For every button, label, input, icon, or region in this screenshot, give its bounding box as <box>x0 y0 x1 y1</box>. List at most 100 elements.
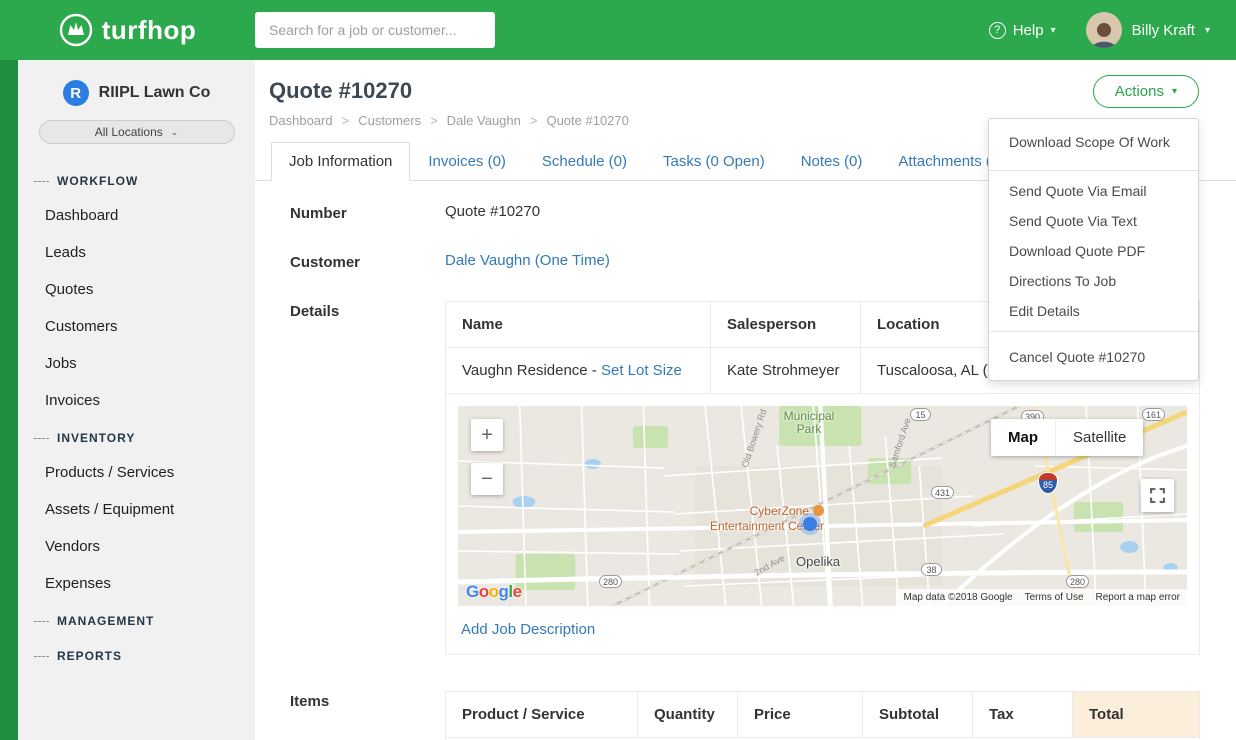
google-letter: G <box>466 582 479 601</box>
main-content: Quote #10270 DashboardCustomersDale Vaug… <box>255 60 1236 740</box>
breadcrumb-customer[interactable]: Dale Vaughn <box>421 113 521 128</box>
nav-section-inventory: INVENTORY <box>18 419 255 454</box>
terms-of-use-link[interactable]: Terms of Use <box>1025 592 1084 603</box>
user-name: Billy Kraft <box>1132 22 1195 39</box>
details-col-salesperson: Salesperson <box>711 302 861 348</box>
breadcrumb-current: Quote #10270 <box>521 113 629 128</box>
dash-icon <box>34 621 49 622</box>
sidebar-item-invoices[interactable]: Invoices <box>18 382 255 419</box>
map-data-text: Map data ©2018 Google <box>903 592 1012 603</box>
breadcrumb-customers[interactable]: Customers <box>333 113 421 128</box>
details-salesperson-cell: Kate Strohmeyer <box>711 348 861 394</box>
park-label-line2: Park <box>797 422 822 436</box>
set-lot-size-link[interactable]: Set Lot Size <box>601 362 682 379</box>
google-logo[interactable]: Google <box>466 582 522 602</box>
details-name-cell: Vaughn Residence - Set Lot Size <box>446 348 711 394</box>
tab-notes[interactable]: Notes (0) <box>783 142 881 181</box>
sidebar-item-expenses[interactable]: Expenses <box>18 565 255 602</box>
sidebar-item-products-services[interactable]: Products / Services <box>18 454 255 491</box>
items-col-total: Total <box>1073 692 1200 738</box>
customer-type-link[interactable]: (One Time) <box>535 252 610 269</box>
report-map-error-link[interactable]: Report a map error <box>1096 592 1180 603</box>
menu-item-edit-details[interactable]: Edit Details <box>989 296 1198 326</box>
search-input[interactable] <box>255 12 495 48</box>
menu-item-download-quote-pdf[interactable]: Download Quote PDF <box>989 236 1198 266</box>
items-col-product-service: Product / Service <box>446 692 638 738</box>
menu-item-send-quote-via-text[interactable]: Send Quote Via Text <box>989 206 1198 236</box>
help-menu[interactable]: ? Help ▾ <box>989 22 1056 39</box>
help-label: Help <box>1013 22 1044 39</box>
tab-schedule[interactable]: Schedule (0) <box>524 142 645 181</box>
map-label-opelika: Opelika <box>796 554 840 569</box>
number-value: Quote #10270 <box>445 203 540 222</box>
actions-button[interactable]: Actions ▾ <box>1093 75 1199 108</box>
google-letter: g <box>499 582 509 601</box>
sidebar-item-assets-equipment[interactable]: Assets / Equipment <box>18 491 255 528</box>
tab-job-information[interactable]: Job Information <box>271 142 410 181</box>
customer-value: Dale Vaughn (One Time) <box>445 252 610 271</box>
dash-icon <box>34 656 49 657</box>
map-zoom-in-button[interactable]: + <box>471 419 503 451</box>
app-logo[interactable]: turfhop <box>0 13 255 47</box>
menu-item-download-scope-of-work[interactable]: Download Scope Of Work <box>989 119 1198 165</box>
google-letter: e <box>513 582 522 601</box>
tab-tasks[interactable]: Tasks (0 Open) <box>645 142 783 181</box>
park-label-line1: Municipal <box>784 409 835 423</box>
poi-icon <box>813 505 824 516</box>
location-selector-label: All Locations <box>95 125 163 139</box>
satellite-view-button[interactable]: Satellite <box>1055 419 1143 456</box>
help-icon: ? <box>989 22 1006 39</box>
customer-link[interactable]: Dale Vaughn <box>445 252 531 269</box>
dash-icon <box>34 438 49 439</box>
sidebar-item-leads[interactable]: Leads <box>18 234 255 271</box>
chevron-down-icon: ▾ <box>1051 25 1056 36</box>
company-name: RIIPL Lawn Co <box>99 84 211 102</box>
route-shield-431: 431 <box>931 486 954 499</box>
map-type-control: Map Satellite <box>991 419 1143 456</box>
map-label-municipal-park: Municipal Park <box>774 410 844 436</box>
avatar <box>1086 12 1122 48</box>
menu-item-cancel-quote[interactable]: Cancel Quote #10270 <box>989 337 1198 380</box>
nav-section-workflow: WORKFLOW <box>18 162 255 197</box>
actions-dropdown-menu: Download Scope Of Work Send Quote Via Em… <box>988 118 1199 381</box>
location-selector[interactable]: All Locations ⌄ <box>39 120 235 144</box>
poi-label-line1: CyberZone <box>750 504 809 518</box>
company-selector[interactable]: R RIIPL Lawn Co <box>18 60 255 118</box>
sidebar-item-quotes[interactable]: Quotes <box>18 271 255 308</box>
route-shield-38: 38 <box>921 563 942 576</box>
tab-invoices[interactable]: Invoices (0) <box>410 142 524 181</box>
nav-section-reports[interactable]: REPORTS <box>18 637 255 672</box>
details-label: Details <box>290 301 445 655</box>
nav-section-label: WORKFLOW <box>57 174 138 188</box>
items-col-subtotal: Subtotal <box>863 692 973 738</box>
page-title: Quote #10270 <box>269 78 1200 104</box>
map-attribution: Map data ©2018 Google Terms of Use Repor… <box>896 589 1187 606</box>
nav-section-label: INVENTORY <box>57 431 135 445</box>
breadcrumb-dashboard[interactable]: Dashboard <box>269 113 333 128</box>
page-header: Quote #10270 DashboardCustomersDale Vaug… <box>255 60 1236 128</box>
menu-divider <box>989 170 1198 171</box>
route-shield-15: 15 <box>910 408 931 421</box>
sidebar-item-jobs[interactable]: Jobs <box>18 345 255 382</box>
fullscreen-button[interactable] <box>1141 479 1174 512</box>
sidebar-item-dashboard[interactable]: Dashboard <box>18 197 255 234</box>
items-col-price: Price <box>738 692 863 738</box>
items-table: Product / Service Quantity Price Subtota… <box>445 691 1200 740</box>
turfhop-logo-icon <box>59 13 93 47</box>
map[interactable]: Old Bowery Rd Samford Ave 2nd Ave + − Ma… <box>458 406 1187 606</box>
nav-section-management[interactable]: MANAGEMENT <box>18 602 255 637</box>
items-col-quantity: Quantity <box>638 692 738 738</box>
route-shield-280: 280 <box>599 575 622 588</box>
sidebar-item-vendors[interactable]: Vendors <box>18 528 255 565</box>
details-name-text: Vaughn Residence - <box>462 362 597 379</box>
add-job-description-link[interactable]: Add Job Description <box>458 606 1187 654</box>
menu-item-send-quote-via-email[interactable]: Send Quote Via Email <box>989 176 1198 206</box>
chevron-down-icon: ⌄ <box>171 127 179 138</box>
google-letter: o <box>479 582 489 601</box>
sidebar-item-customers[interactable]: Customers <box>18 308 255 345</box>
map-view-button[interactable]: Map <box>991 419 1055 456</box>
map-marker-icon[interactable] <box>803 517 817 531</box>
map-zoom-out-button[interactable]: − <box>471 463 503 495</box>
menu-item-directions-to-job[interactable]: Directions To Job <box>989 266 1198 296</box>
user-menu[interactable]: Billy Kraft ▾ <box>1086 12 1210 48</box>
